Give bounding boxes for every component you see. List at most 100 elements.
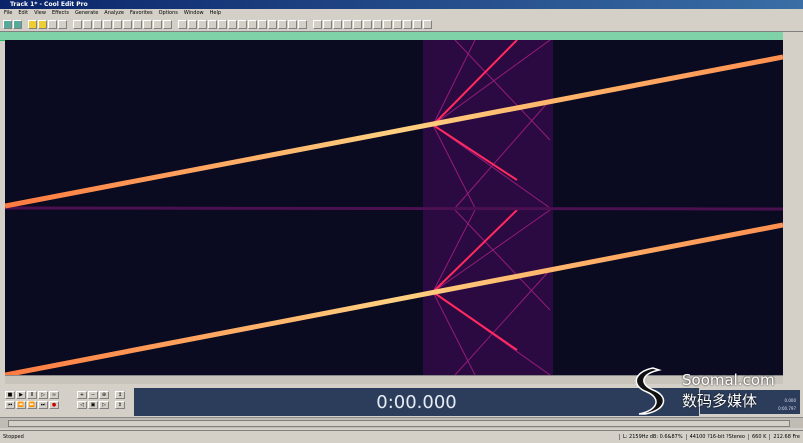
zoom-full-icon: ⊕ — [101, 392, 107, 398]
tool-10-button[interactable] — [268, 19, 277, 29]
pause-button[interactable]: Ⅱ — [27, 391, 37, 399]
scrollbar-thumb[interactable] — [8, 420, 790, 427]
status-size: 660 K — [747, 434, 769, 440]
go-to-end-button[interactable]: ⏭ — [38, 401, 48, 409]
tool-14-button[interactable] — [313, 19, 322, 29]
edit-view-button[interactable] — [13, 19, 22, 29]
tool-2-button[interactable] — [188, 19, 197, 29]
tool-12-button[interactable] — [288, 19, 297, 29]
tool-5-button[interactable] — [218, 19, 227, 29]
print-button[interactable] — [58, 19, 67, 29]
pause-icon: Ⅱ — [30, 392, 34, 398]
tool-4-button[interactable] — [208, 19, 217, 29]
menu-generate[interactable]: Generate — [75, 10, 98, 16]
stop-button[interactable]: ■ — [5, 391, 15, 399]
tool-23-button[interactable] — [403, 19, 412, 29]
play-icon: ▶ — [19, 392, 23, 398]
zoom-left-button[interactable]: ◁ — [77, 401, 87, 409]
zoom-in-horizontal-button[interactable]: + — [77, 391, 87, 399]
menu-file[interactable]: File — [4, 10, 12, 16]
menu-view[interactable]: View — [34, 10, 46, 16]
play-button[interactable]: ▶ — [16, 391, 26, 399]
go-to-start-icon: ⏮ — [7, 402, 13, 408]
open-file-button[interactable] — [38, 19, 47, 29]
undo-button[interactable] — [143, 19, 152, 29]
zoom-in-icon: + — [79, 392, 85, 398]
frequency-ruler — [783, 40, 803, 375]
menu-bar: File Edit View Effects Generate Analyze … — [0, 9, 803, 17]
horizontal-scrollbar[interactable] — [0, 417, 803, 428]
menu-window[interactable]: Window — [184, 10, 204, 16]
tool-22-button[interactable] — [393, 19, 402, 29]
watermark-text-cn: 数码多媒体 — [682, 392, 758, 410]
tool-25-button[interactable] — [423, 19, 432, 29]
trim-button[interactable] — [123, 19, 132, 29]
copy-button[interactable] — [83, 19, 92, 29]
save-button[interactable] — [48, 19, 57, 29]
loop-icon: ∞ — [51, 392, 57, 398]
menu-edit[interactable]: Edit — [18, 10, 28, 16]
tool-18-button[interactable] — [353, 19, 362, 29]
tool-16-button[interactable] — [333, 19, 342, 29]
mix-paste-button[interactable] — [113, 19, 122, 29]
watermark-text-en: Soomal.com — [682, 371, 775, 389]
menu-help[interactable]: Help — [210, 10, 221, 16]
tool-1-button[interactable] — [178, 19, 187, 29]
redo-button[interactable] — [153, 19, 162, 29]
rewind-button[interactable]: ⏪ — [16, 401, 26, 409]
loop-button[interactable]: ∞ — [49, 391, 59, 399]
tool-21-button[interactable] — [383, 19, 392, 29]
new-file-button[interactable] — [28, 19, 37, 29]
zoom-left-icon: ◁ — [80, 402, 84, 408]
menu-options[interactable]: Options — [159, 10, 178, 16]
record-button[interactable]: ● — [49, 401, 59, 409]
zoom-in-vertical-button[interactable]: ↕ — [115, 391, 125, 399]
paste-button[interactable] — [93, 19, 102, 29]
tool-6-button[interactable] — [228, 19, 237, 29]
time-display: 0:00.000 — [134, 388, 699, 416]
tool-15-button[interactable] — [323, 19, 332, 29]
window-title: Track 1* - Cool Edit Pro — [10, 1, 88, 8]
status-free: 212.68 Fre — [769, 434, 803, 440]
menu-analyze[interactable]: Analyze — [104, 10, 124, 16]
cut-button[interactable] — [73, 19, 82, 29]
tool-13-button[interactable] — [298, 19, 307, 29]
zoom-out-vertical-button[interactable]: ⇕ — [115, 401, 125, 409]
tool-24-button[interactable] — [413, 19, 422, 29]
zoom-out-horizontal-button[interactable]: − — [88, 391, 98, 399]
go-to-end-icon: ⏭ — [40, 402, 46, 408]
zoom-full-button[interactable]: ⊕ — [99, 391, 109, 399]
status-format: 44100 ?16-bit ?Stereo — [685, 434, 748, 440]
tool-17-button[interactable] — [343, 19, 352, 29]
status-bar: Stopped L: 2159Hz dB: 0.6&87% 44100 ?16-… — [0, 430, 803, 443]
tool-9-button[interactable] — [258, 19, 267, 29]
status-state: Stopped — [3, 434, 24, 440]
delete-button[interactable] — [133, 19, 142, 29]
menu-favorites[interactable]: Favorites — [130, 10, 153, 16]
zoom-selection-icon: ▣ — [90, 402, 96, 408]
zoom-selection-button[interactable]: ▣ — [88, 401, 98, 409]
repeat-button[interactable] — [163, 19, 172, 29]
spectrogram-graphic — [4, 39, 784, 378]
fast-forward-button[interactable]: ⏩ — [27, 401, 37, 409]
tool-7-button[interactable] — [238, 19, 247, 29]
tool-19-button[interactable] — [363, 19, 372, 29]
zoom-right-button[interactable]: ▷ — [99, 401, 109, 409]
zoom-out-vertical-icon: ⇕ — [117, 402, 123, 408]
tool-8-button[interactable] — [248, 19, 257, 29]
multitrack-view-button[interactable] — [3, 19, 12, 29]
fast-forward-icon: ⏩ — [28, 402, 36, 408]
paste-new-button[interactable] — [103, 19, 112, 29]
menu-effects[interactable]: Effects — [52, 10, 69, 16]
play-to-end-button[interactable]: ▷ — [38, 391, 48, 399]
rewind-icon: ⏪ — [17, 402, 25, 408]
go-to-start-button[interactable]: ⏮ — [5, 401, 15, 409]
status-cursor-info: L: 2159Hz dB: 0.6&87% — [618, 434, 686, 440]
channel-divider — [4, 206, 784, 211]
tool-11-button[interactable] — [278, 19, 287, 29]
stop-icon: ■ — [7, 392, 13, 398]
tool-20-button[interactable] — [373, 19, 382, 29]
tool-3-button[interactable] — [198, 19, 207, 29]
zoom-in-vertical-icon: ↕ — [117, 392, 123, 398]
spectral-view[interactable] — [4, 39, 784, 378]
